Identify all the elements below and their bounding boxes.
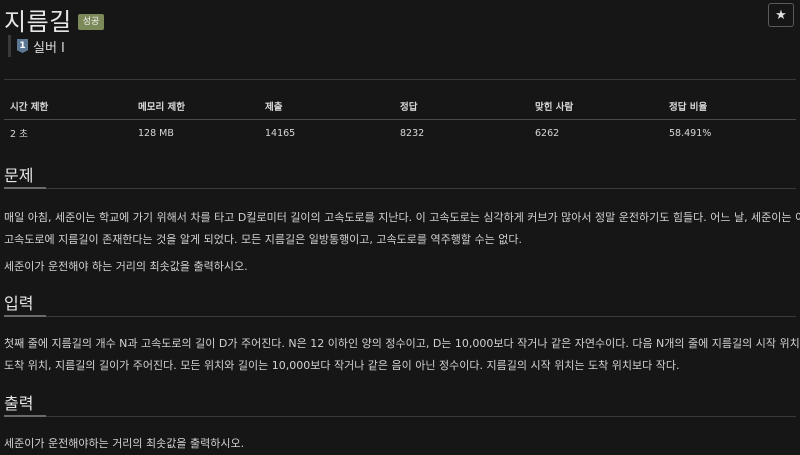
- star-icon: ★: [775, 7, 787, 23]
- input-heading: 입력: [4, 294, 34, 313]
- input-line-2: 도착 위치, 지름길의 길이가 주어진다. 모든 위치와 길이는 10,000보…: [4, 359, 680, 372]
- cell-ratio: 58.491%: [669, 127, 712, 139]
- input-line-1: 첫째 줄에 지름길의 개수 N과 고속도로의 길이 D가 주어진다. N은 12…: [4, 337, 800, 350]
- output-heading: 출력: [4, 394, 34, 413]
- problem-page: 지름길 성공 ★ 1 실버 I 시간 제한 메모리 제한 제출 정답 맞힌 사람…: [0, 0, 800, 455]
- tier-label: 1 실버 I: [8, 35, 65, 57]
- problem-line-3: 세준이가 운전해야 하는 거리의 최솟값을 출력하시오.: [4, 260, 248, 273]
- table-row: 2 초 128 MB 14165 8232 6262 58.491%: [4, 120, 796, 143]
- cell-solvers: 6262: [535, 127, 560, 139]
- header-ratio: 정답 비율: [663, 97, 796, 120]
- divider: [4, 79, 796, 80]
- table-header-row: 시간 제한 메모리 제한 제출 정답 맞힌 사람 정답 비율: [4, 97, 796, 120]
- header-memory-limit: 메모리 제한: [132, 97, 259, 120]
- cell-submissions: 14165: [265, 127, 296, 139]
- silver-tier-icon: 1: [17, 39, 28, 53]
- cell-accepted: 8232: [400, 127, 425, 139]
- problem-line-1: 매일 아침, 세준이는 학교에 가기 위해서 차를 타고 D킬로미터 길이의 고…: [4, 211, 800, 224]
- header-solvers: 맞힌 사람: [529, 97, 663, 120]
- header-time-limit: 시간 제한: [4, 97, 132, 120]
- input-heading-underline: [4, 315, 796, 317]
- output-heading-underline: [4, 415, 796, 417]
- problem-heading-underline: [4, 187, 796, 189]
- title-row: 지름길 성공: [4, 2, 105, 37]
- cell-time-limit: 2 초: [10, 129, 28, 140]
- output-line-1: 세준이가 운전해야하는 거리의 최솟값을 출력하시오.: [4, 437, 245, 450]
- page-title: 지름길: [4, 8, 72, 36]
- header-submissions: 제출: [259, 97, 394, 120]
- problem-stats-table: 시간 제한 메모리 제한 제출 정답 맞힌 사람 정답 비율 2 초 128 M…: [4, 97, 796, 142]
- tier-text: 실버 I: [33, 40, 65, 56]
- problem-line-2: 고속도로에 지름길이 존재한다는 것을 알게 되었다. 모든 지름길은 일방통행…: [4, 233, 522, 246]
- cell-memory-limit: 128 MB: [138, 127, 174, 139]
- problem-heading: 문제: [4, 166, 34, 185]
- header-accepted: 정답: [394, 97, 529, 120]
- status-badge: 성공: [77, 13, 105, 30]
- favorite-star-button[interactable]: ★: [768, 3, 794, 27]
